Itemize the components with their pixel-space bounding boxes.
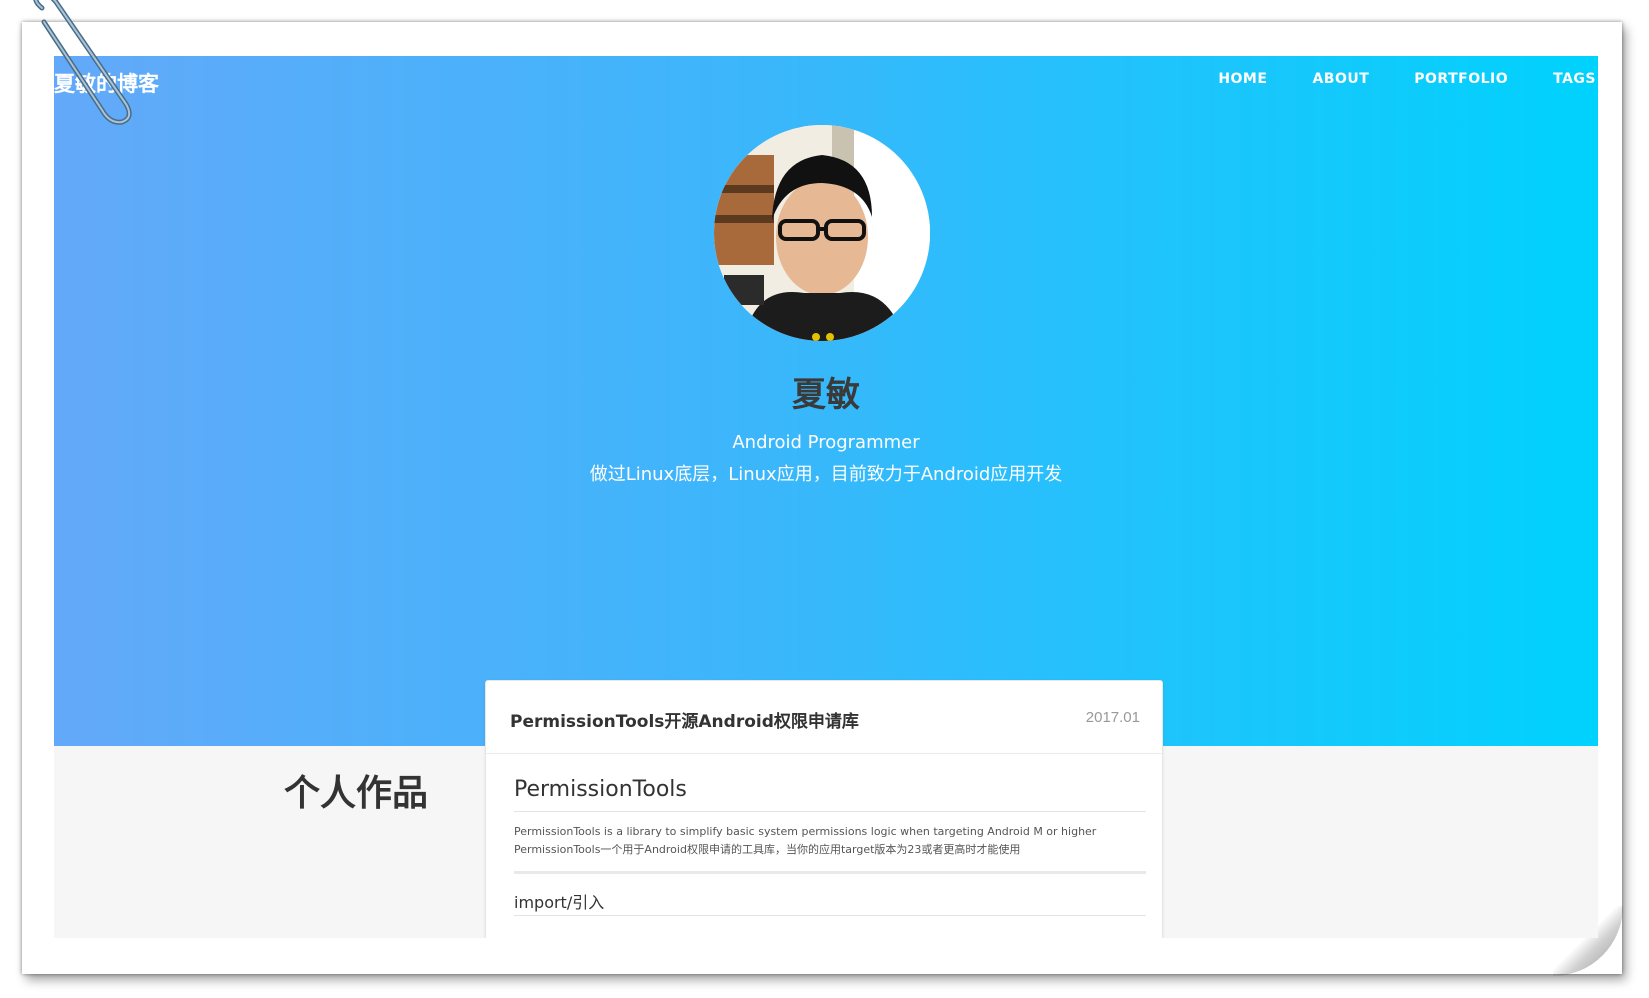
card-title[interactable]: PermissionTools开源Android权限申请库 [510,707,859,732]
readme-line-zh: PermissionTools一个用于Android权限申请的工具库，当你的应用… [514,843,1021,856]
nav-about[interactable]: ABOUT [1312,71,1369,87]
nav-tags[interactable]: TAGS [1553,71,1596,87]
portfolio-section-title: 个人作品 [284,773,429,814]
avatar [714,125,930,341]
readme-title: PermissionTools [514,777,687,802]
website-screenshot: 夏敏的博客 HOME ABOUT PORTFOLIO TAGS 夏敏 Andro… [54,56,1598,938]
avatar-photo [714,125,930,341]
readme-subheading: import/引入 [514,893,605,912]
profile-name: 夏敏 [792,375,860,415]
profile-role: Android Programmer [732,432,920,453]
divider [514,915,1146,916]
nav-portfolio[interactable]: PORTFOLIO [1414,71,1508,87]
hero-banner: 夏敏的博客 HOME ABOUT PORTFOLIO TAGS 夏敏 Andro… [54,56,1598,746]
readme-line-en: PermissionTools is a library to simplify… [514,825,1097,838]
nav-home[interactable]: HOME [1218,71,1267,87]
card-date: 2017.01 [1085,709,1140,726]
profile-bio: 做过Linux底层，Linux应用，目前致力于Android应用开发 [589,464,1063,485]
divider-thick [514,871,1146,874]
card-header: PermissionTools开源Android权限申请库 2017.01 [486,681,1162,754]
paperclip-icon [33,0,132,125]
top-nav: HOME ABOUT PORTFOLIO TAGS [1173,71,1596,87]
project-card[interactable]: PermissionTools开源Android权限申请库 2017.01 Pe… [485,680,1163,938]
divider [514,811,1146,812]
